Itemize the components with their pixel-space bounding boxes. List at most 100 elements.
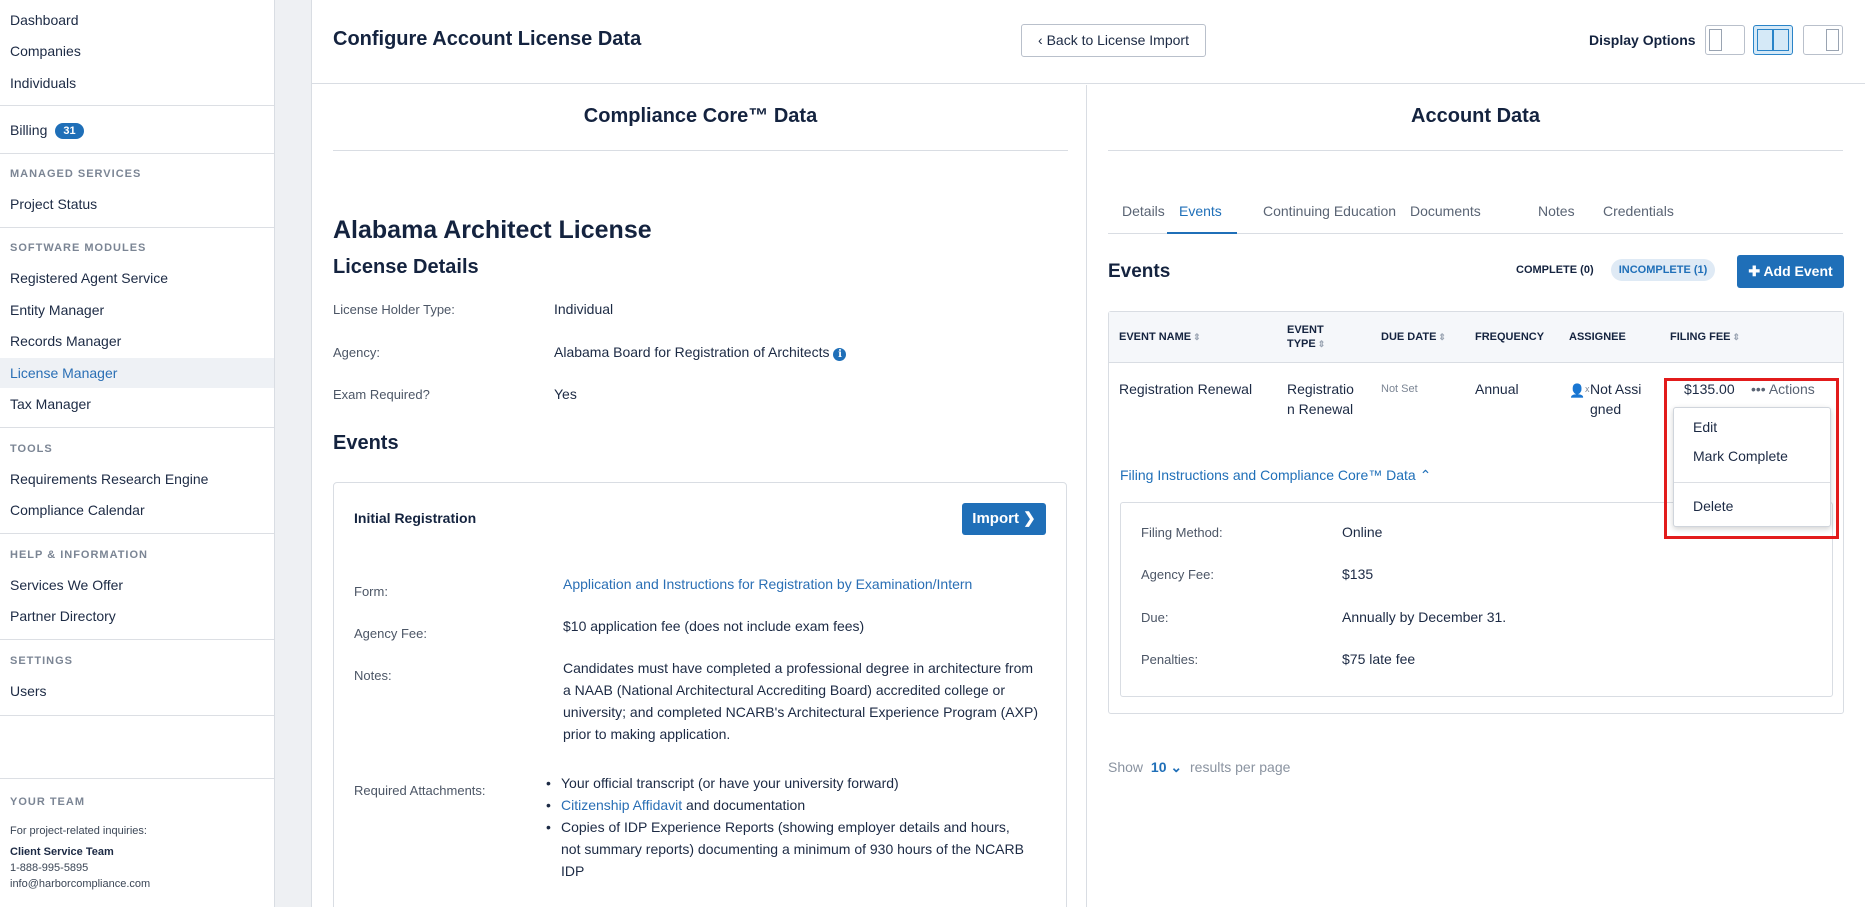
filter-complete-button[interactable]: COMPLETE (0) bbox=[1516, 264, 1594, 276]
pane-icon bbox=[1709, 29, 1722, 51]
team-phone[interactable]: 1-888-995-5895 bbox=[10, 862, 88, 874]
import-button[interactable]: Import ❯ bbox=[962, 503, 1046, 535]
pane-icon bbox=[1826, 29, 1839, 51]
sidebar-heading-settings: SETTINGS bbox=[10, 655, 74, 667]
event-card-title: Initial Registration bbox=[354, 510, 477, 526]
add-event-button[interactable]: ✚ Add Event bbox=[1737, 255, 1844, 288]
filing-method-link[interactable]: Online bbox=[1342, 524, 1382, 540]
form-label: Form: bbox=[354, 584, 388, 599]
sidebar-heading-tools: TOOLS bbox=[10, 443, 53, 455]
per-page-value: 10 bbox=[1150, 759, 1167, 775]
filing-instructions-toggle[interactable]: Filing Instructions and Compliance Core™… bbox=[1120, 467, 1431, 484]
sidebar-heading-managed-services: MANAGED SERVICES bbox=[10, 168, 142, 180]
event-card: Initial Registration Import ❯ Form: Appl… bbox=[333, 482, 1067, 907]
events-heading: Events bbox=[1108, 261, 1171, 282]
attachment-text: and documentation bbox=[682, 797, 806, 813]
sidebar-item-requirements-research[interactable]: Requirements Research Engine bbox=[10, 471, 208, 487]
sidebar-heading-team: YOUR TEAM bbox=[10, 796, 85, 808]
sidebar-item-billing[interactable]: Billing 31 bbox=[10, 122, 84, 139]
sidebar-item-services[interactable]: Services We Offer bbox=[10, 577, 123, 593]
column-header-label: DUE DATE bbox=[1381, 331, 1437, 343]
pane-icon bbox=[1757, 29, 1773, 51]
list-item: Your official transcript (or have your u… bbox=[546, 772, 1026, 794]
tab-events[interactable]: Events bbox=[1179, 203, 1222, 219]
display-single-pane-button[interactable] bbox=[1705, 25, 1745, 55]
license-name: Alabama Architect License bbox=[333, 216, 652, 244]
form-link[interactable]: Application and Instructions for Registr… bbox=[563, 573, 1043, 595]
assignee-cell: Not Assigned bbox=[1590, 381, 1642, 417]
sidebar-item-partner-directory[interactable]: Partner Directory bbox=[10, 608, 116, 624]
table-header: EVENT NAME ⇕ EVENT TYPE ⇕ DUE DATE ⇕ FREQUE… bbox=[1109, 312, 1843, 363]
chevron-down-icon: ⌄ bbox=[1170, 759, 1183, 775]
agency-fee-label: Agency Fee: bbox=[354, 626, 427, 641]
sidebar-item-label: Billing bbox=[10, 122, 48, 138]
sidebar-item-project-status[interactable]: Project Status bbox=[10, 196, 97, 212]
main-panel: Configure Account License Data ‹ Back to… bbox=[311, 0, 1865, 907]
column-header-due-date[interactable]: DUE DATE ⇕ bbox=[1381, 330, 1446, 344]
sidebar-divider bbox=[0, 227, 274, 228]
page-title: Configure Account License Data bbox=[333, 28, 642, 50]
filing-method-label: Filing Method: bbox=[1141, 525, 1223, 540]
frequency-cell: Annual bbox=[1475, 381, 1519, 397]
detail-label: Agency: bbox=[333, 345, 380, 360]
license-details-heading: License Details bbox=[333, 256, 479, 278]
sidebar-item-registered-agent[interactable]: Registered Agent Service bbox=[10, 270, 168, 286]
due-value: Annually by December 31. bbox=[1342, 609, 1507, 625]
detail-label: License Holder Type: bbox=[333, 302, 455, 317]
tab-documents[interactable]: Documents bbox=[1410, 203, 1481, 219]
tab-continuing-education[interactable]: Continuing Education bbox=[1263, 203, 1396, 219]
tab-details[interactable]: Details bbox=[1122, 203, 1165, 219]
notes-value: Candidates must have completed a profess… bbox=[563, 660, 1038, 742]
column-title: Account Data bbox=[1411, 105, 1540, 127]
compliance-core-column: Compliance Core™ Data Alabama Architect … bbox=[312, 85, 1087, 907]
penalties-value: $75 late fee bbox=[1342, 651, 1416, 667]
team-email[interactable]: info@harborcompliance.com bbox=[10, 878, 150, 890]
plus-icon: ✚ bbox=[1748, 263, 1761, 279]
info-icon[interactable]: i bbox=[833, 348, 847, 361]
sidebar-item-license-manager[interactable]: License Manager bbox=[10, 365, 117, 381]
agency-fee-value: $135 bbox=[1342, 566, 1374, 582]
team-name: Client Service Team bbox=[10, 846, 114, 858]
sidebar-item-users[interactable]: Users bbox=[10, 683, 47, 699]
sidebar-heading-help: HELP & INFORMATION bbox=[10, 549, 148, 561]
column-title: Compliance Core™ Data bbox=[583, 105, 818, 127]
column-header-filing-fee[interactable]: FILING FEE ⇕ bbox=[1670, 330, 1740, 344]
chevron-right-icon: ❯ bbox=[1023, 510, 1036, 527]
attachments-label: Required Attachments: bbox=[354, 783, 486, 798]
display-wide-right-pane-button[interactable] bbox=[1803, 25, 1843, 55]
sidebar-divider bbox=[0, 105, 274, 106]
column-header-event-name[interactable]: EVENT NAME ⇕ bbox=[1119, 330, 1201, 344]
display-split-pane-button[interactable] bbox=[1753, 25, 1793, 55]
sidebar-item-individuals[interactable]: Individuals bbox=[10, 75, 76, 91]
display-options-label: Display Options bbox=[1589, 32, 1696, 48]
user-x-icon: 👤ˣ bbox=[1569, 383, 1590, 398]
filter-incomplete-button[interactable]: INCOMPLETE (1) bbox=[1611, 259, 1715, 281]
sidebar-item-records-manager[interactable]: Records Manager bbox=[10, 333, 121, 349]
column-header-event-type[interactable]: EVENT TYPE ⇕ bbox=[1287, 323, 1347, 351]
sidebar-item-entity-manager[interactable]: Entity Manager bbox=[10, 302, 104, 318]
attachment-text: Your official transcript (or have your u… bbox=[561, 775, 899, 791]
sort-icon: ⇕ bbox=[1317, 339, 1326, 349]
attachment-text: Copies of IDP Experience Reports (showin… bbox=[561, 819, 1024, 879]
pane-icon bbox=[1773, 29, 1789, 51]
import-label: Import bbox=[972, 510, 1019, 527]
sidebar-item-tax-manager[interactable]: Tax Manager bbox=[10, 396, 91, 412]
per-page-select[interactable]: 10 ⌄ bbox=[1151, 759, 1182, 775]
sidebar-item-dashboard[interactable]: Dashboard bbox=[10, 12, 79, 28]
sidebar-heading-software-modules: SOFTWARE MODULES bbox=[10, 242, 147, 254]
per-page-prefix: Show bbox=[1108, 759, 1144, 775]
license-holder-type-value: Individual bbox=[554, 301, 614, 317]
list-item: Copies of IDP Experience Reports (showin… bbox=[546, 816, 1026, 882]
tab-credentials[interactable]: Credentials bbox=[1603, 203, 1674, 219]
due-label: Due: bbox=[1141, 610, 1169, 625]
column-header-assignee: ASSIGNEE bbox=[1569, 331, 1626, 343]
tab-notes[interactable]: Notes bbox=[1538, 203, 1575, 219]
event-name-cell: Registration Renewal bbox=[1119, 381, 1253, 397]
sidebar-divider bbox=[0, 533, 274, 534]
back-to-license-import-button[interactable]: ‹ Back to License Import bbox=[1021, 24, 1206, 57]
sidebar-divider bbox=[0, 427, 274, 428]
sidebar-item-compliance-calendar[interactable]: Compliance Calendar bbox=[10, 502, 145, 518]
sidebar-item-companies[interactable]: Companies bbox=[10, 43, 81, 59]
column-divider bbox=[333, 150, 1068, 151]
citizenship-affidavit-link[interactable]: Citizenship Affidavit bbox=[561, 797, 682, 813]
